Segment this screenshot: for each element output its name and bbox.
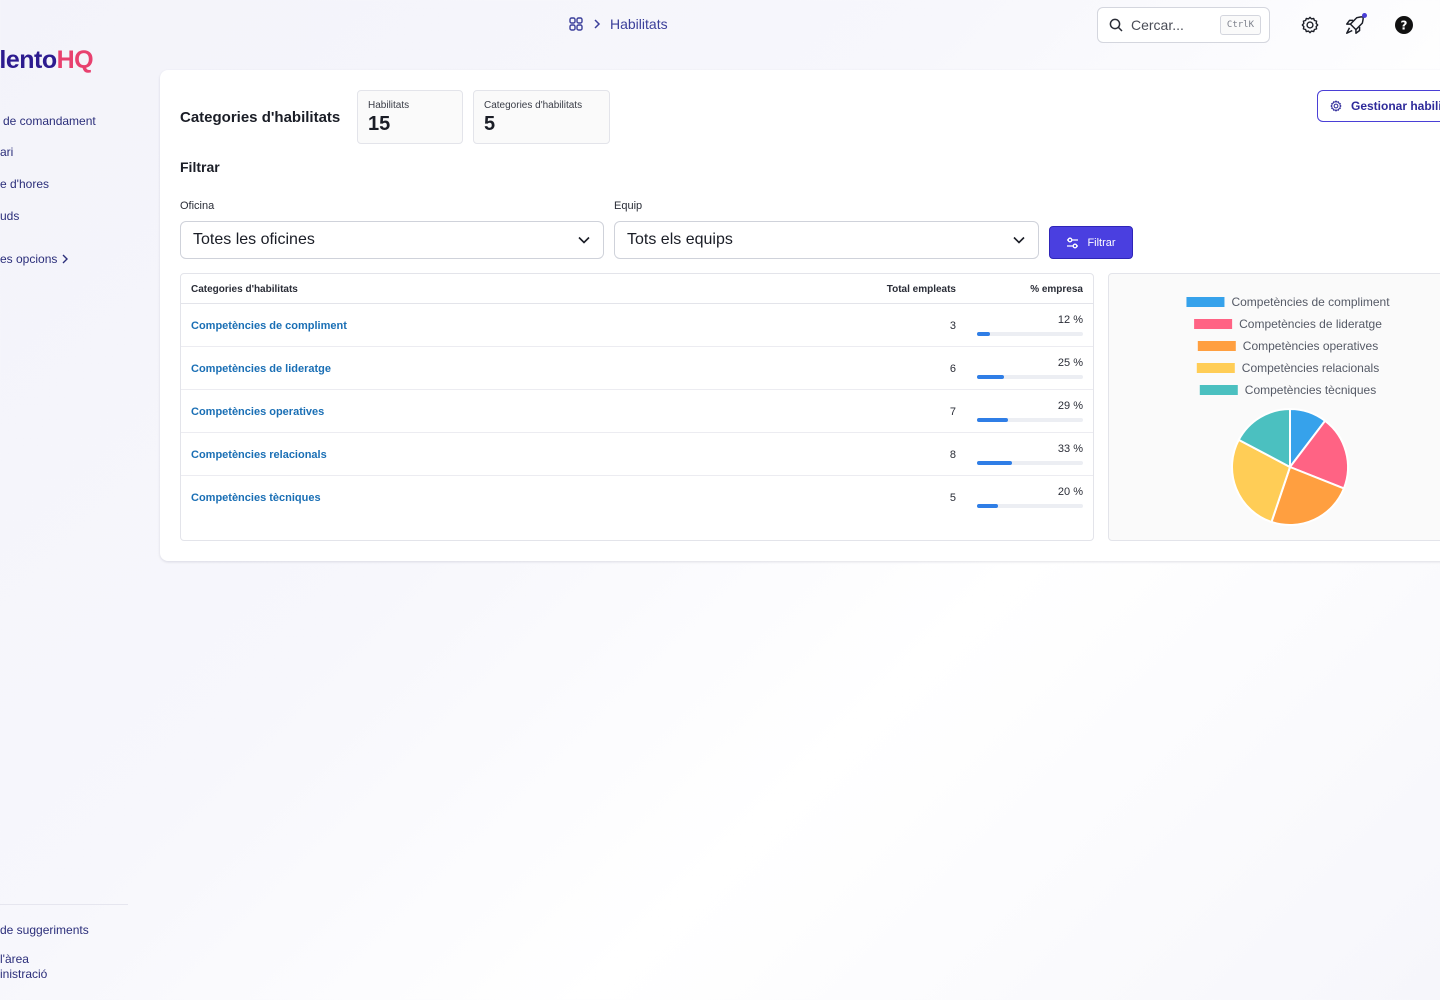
office-label: Oficina: [180, 200, 215, 212]
logo[interactable]: alentoHQ: [0, 46, 94, 75]
page-title: Categories d'habilitats: [180, 109, 341, 126]
chevron-right-icon: [62, 254, 69, 264]
stat-skills-value: 15: [368, 113, 391, 135]
filter-title: Filtrar: [180, 159, 220, 175]
skills-categories-card: Categories d'habilitats Habilitats 15 Ca…: [160, 70, 1440, 561]
percent-progress-fill: [977, 418, 1008, 422]
sidebar-admin-line2: inistració: [0, 967, 48, 981]
svg-text:?: ?: [1401, 19, 1408, 33]
office-select-value: Totes les oficines: [193, 231, 315, 248]
sidebar-item-dashboard[interactable]: de comandament: [3, 114, 96, 128]
sidebar-item-more-options[interactable]: es opcions: [0, 252, 69, 266]
category-link[interactable]: Competències tècniques: [191, 492, 321, 504]
company-percent: 25 %: [1057, 357, 1083, 369]
table-body: Competències de compliment 3 12 % Competènc…: [181, 304, 1093, 519]
sidebar-admin-link[interactable]: l'àrea inistració: [0, 952, 47, 982]
category-link[interactable]: Competències operatives: [191, 406, 324, 418]
chevron-down-icon: [578, 236, 590, 244]
company-percent: 33 %: [1057, 443, 1083, 455]
search-placeholder: Cercar...: [1131, 17, 1184, 33]
gear-icon: [1330, 100, 1342, 112]
table-row: Competències tècniques 5 20 %: [181, 476, 1093, 519]
category-link[interactable]: Competències de compliment: [191, 320, 347, 332]
percent-progress-fill: [977, 461, 1012, 465]
percent-progress-bar: [977, 418, 1083, 422]
categories-table: Categories d'habilitats Total empleats %…: [180, 273, 1094, 541]
company-percent: 12 %: [1057, 314, 1083, 326]
stat-categories: Categories d'habilitats 5: [473, 90, 610, 144]
office-select[interactable]: Totes les oficines: [180, 221, 604, 259]
help-icon[interactable]: ?: [1394, 15, 1414, 35]
category-link[interactable]: Competències de lideratge: [191, 363, 331, 375]
search-shortcut-badge: CtrlK: [1219, 15, 1261, 35]
logo-text-primary: alento: [0, 46, 57, 74]
company-percent: 20 %: [1057, 486, 1083, 498]
percent-progress-bar: [977, 504, 1083, 508]
notification-dot: [1362, 13, 1367, 18]
pie-chart: [1231, 407, 1349, 526]
category-link[interactable]: Competències relacionals: [191, 449, 327, 461]
rocket-icon[interactable]: [1344, 13, 1367, 36]
sidebar-item-timesheet[interactable]: e d'hores: [0, 177, 49, 191]
employee-count: 8: [949, 449, 956, 461]
stat-skills-label: Habilitats: [368, 100, 410, 111]
table-header: Categories d'habilitats Total empleats %…: [181, 274, 1093, 304]
sidebar-suggestions-link[interactable]: de suggeriments: [0, 923, 89, 937]
team-select-value: Tots els equips: [627, 231, 733, 248]
employee-count: 6: [949, 363, 956, 375]
apps-grid-icon[interactable]: [568, 16, 584, 32]
employee-count: 7: [949, 406, 956, 418]
table-row: Competències de lideratge 6 25 %: [181, 347, 1093, 390]
sidebar-divider: [0, 904, 128, 905]
manage-skills-button[interactable]: Gestionar habilitats: [1317, 90, 1440, 122]
stat-categories-value: 5: [484, 113, 496, 135]
sidebar-item-requests[interactable]: uds: [0, 209, 19, 223]
sidebar-item-calendar[interactable]: ari: [0, 145, 13, 159]
column-header-total: Total empleats: [886, 284, 956, 295]
column-header-category: Categories d'habilitats: [191, 284, 298, 295]
settings-gear-icon[interactable]: [1299, 14, 1321, 36]
percent-progress-bar: [977, 375, 1083, 379]
manage-skills-label: Gestionar habilitats: [1351, 99, 1440, 113]
employee-count: 5: [949, 492, 956, 504]
employee-count: 3: [949, 320, 956, 332]
percent-progress-fill: [977, 375, 1004, 379]
sidebar-item-more-options-label: es opcions: [0, 252, 58, 266]
company-percent: 29 %: [1057, 400, 1083, 412]
search-input[interactable]: Cercar... CtrlK: [1097, 7, 1270, 43]
chevron-right-icon: [594, 19, 601, 29]
filter-button-label: Filtrar: [1087, 236, 1116, 249]
team-select[interactable]: Tots els equips: [614, 221, 1039, 259]
table-row: Competències de compliment 3 12 %: [181, 304, 1093, 347]
percent-progress-bar: [977, 332, 1083, 336]
table-row: Competències operatives 7 29 %: [181, 390, 1093, 433]
stat-categories-label: Categories d'habilitats: [484, 100, 583, 111]
chart-panel: Competències de compliment Competències d…: [1108, 273, 1440, 541]
breadcrumb: Habilitats: [568, 16, 668, 32]
percent-progress-fill: [977, 504, 999, 508]
percent-progress-bar: [977, 461, 1083, 465]
column-header-percent: % empresa: [1030, 284, 1083, 295]
breadcrumb-current[interactable]: Habilitats: [610, 16, 668, 32]
filter-button[interactable]: Filtrar: [1049, 226, 1133, 259]
chevron-down-icon: [1013, 236, 1025, 244]
table-row: Competències relacionals 8 33 %: [181, 433, 1093, 476]
logo-text-accent: HQ: [56, 46, 94, 74]
stat-skills: Habilitats 15: [357, 90, 463, 144]
sliders-icon: [1067, 237, 1079, 248]
percent-progress-fill: [977, 332, 990, 336]
team-label: Equip: [614, 200, 643, 212]
search-icon: [1109, 18, 1123, 32]
sidebar-admin-line1: l'àrea: [0, 952, 29, 966]
